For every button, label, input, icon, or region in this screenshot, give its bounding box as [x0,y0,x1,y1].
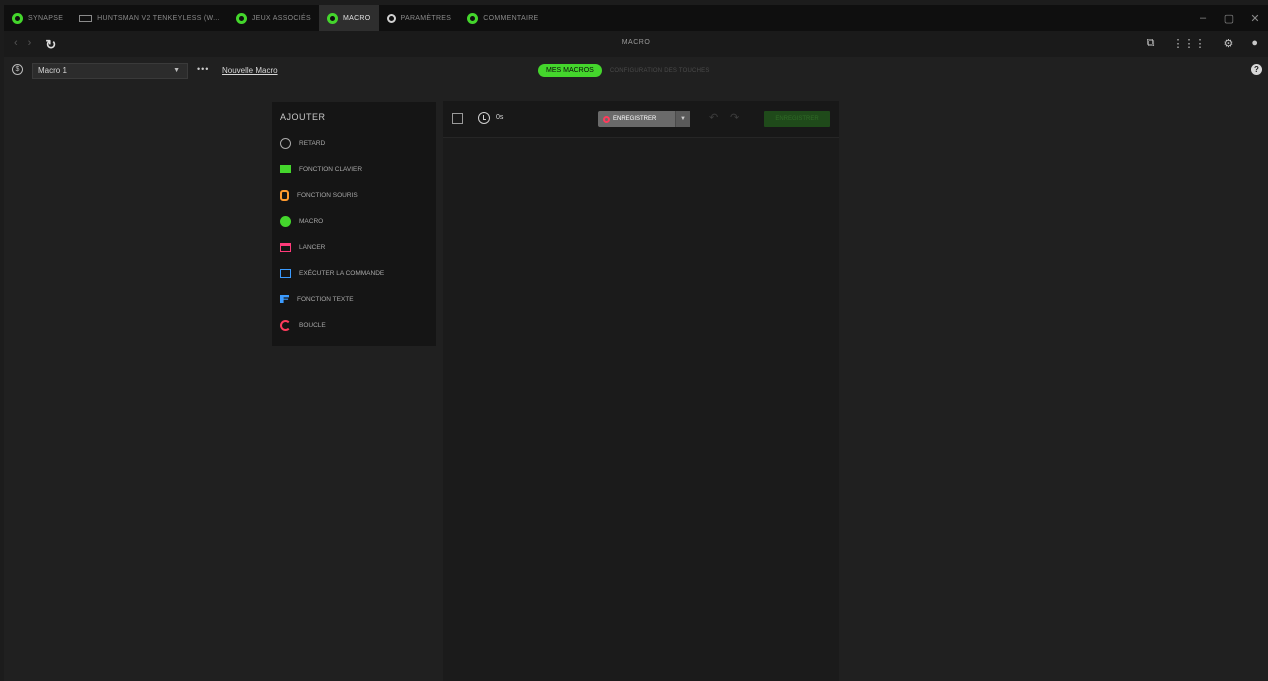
save-button[interactable]: ENREGISTRER [764,111,830,127]
add-item-label: FONCTION TEXTE [297,295,354,303]
launch-icon [280,242,291,252]
record-button[interactable]: ENREGISTRER ▼ [598,111,690,127]
mouse-function-icon [280,189,289,201]
tab-synapse[interactable]: SYNAPSE [4,5,71,31]
tab-my-macros[interactable]: MES MACROS [538,64,602,77]
window-controls: – ▢ ✕ [1190,5,1268,31]
select-all-checkbox[interactable] [452,113,463,124]
account-icon[interactable]: ● [1251,37,1258,50]
add-item-label: BOUCLE [299,321,326,329]
macro-icon [326,12,338,24]
tab-settings[interactable]: PARAMÈTRES [379,5,460,31]
tab-label: HUNTSMAN V2 TENKEYLESS (W... [97,14,220,22]
macro-profile-icon: $ [12,64,23,75]
nav-actions: ⧉ ⋮⋮⋮ ⚙ ● [1147,37,1258,50]
add-loop[interactable]: BOUCLE [280,317,326,333]
tab-label: COMMENTAIRE [483,14,539,22]
macro-select-value: Macro 1 [38,66,67,75]
apps-grid-icon[interactable]: ⋮⋮⋮ [1172,37,1205,50]
clock-icon [478,112,490,124]
chevron-down-icon: ▼ [173,67,180,74]
add-item-label: FONCTION SOURIS [297,191,358,199]
chevron-down-icon[interactable]: ▼ [675,111,690,127]
gamepad-icon [235,12,247,24]
feedback-icon [467,12,479,24]
macro-duration: 0s [496,114,504,121]
execute-command-icon [280,268,291,278]
redo-icon[interactable]: ↷ [730,111,739,124]
add-item-label: LANCER [299,243,326,251]
macro-icon [280,215,291,227]
app-window: SYNAPSE HUNTSMAN V2 TENKEYLESS (W... JEU… [4,5,1268,681]
add-item-label: MACRO [299,217,324,225]
tab-linked-games[interactable]: JEUX ASSOCIÉS [228,5,319,31]
delay-icon [280,137,291,149]
record-icon [603,115,610,123]
close-button[interactable]: ✕ [1242,12,1268,25]
tab-label: SYNAPSE [28,14,64,22]
macro-editor: 0s ENREGISTRER ▼ ↶ ↷ ENREGISTRER [443,101,839,681]
add-panel: AJOUTER RETARD FONCTION CLAVIER FONCTION… [272,102,436,346]
add-delay[interactable]: RETARD [280,135,325,151]
add-item-label: RETARD [299,139,326,147]
tab-label: MACRO [342,14,371,22]
record-label: ENREGISTRER [613,116,657,122]
add-launch[interactable]: LANCER [280,239,325,255]
add-text-function[interactable]: FONCTION TEXTE [280,291,354,307]
keyboard-icon [79,14,93,22]
add-execute-command[interactable]: EXÉCUTER LA COMMANDE [280,265,384,281]
add-macro[interactable]: MACRO [280,213,323,229]
loop-icon [280,319,291,331]
navigation-bar: ‹ › ↻ MACRO ⧉ ⋮⋮⋮ ⚙ ● [4,31,1268,57]
tab-macro[interactable]: MACRO [318,5,379,31]
add-mouse-function[interactable]: FONCTION SOURIS [280,187,358,203]
minimize-button[interactable]: – [1190,12,1216,24]
maximize-button[interactable]: ▢ [1216,12,1242,25]
undo-icon[interactable]: ↶ [709,111,718,124]
tab-key-configuration[interactable]: CONFIGURATION DES TOUCHES [610,68,710,74]
add-panel-title: AJOUTER [280,112,326,122]
tab-feedback[interactable]: COMMENTAIRE [459,5,546,31]
editor-toolbar: 0s ENREGISTRER ▼ ↶ ↷ ENREGISTRER [443,101,839,138]
settings-icon[interactable]: ⚙ [1223,37,1233,50]
tab-bar: SYNAPSE HUNTSMAN V2 TENKEYLESS (W... JEU… [4,5,1268,31]
tab-label: PARAMÈTRES [400,14,452,22]
view-toggle: MES MACROS CONFIGURATION DES TOUCHES [538,64,710,77]
tab-device[interactable]: HUNTSMAN V2 TENKEYLESS (W... [71,5,228,31]
add-item-label: FONCTION CLAVIER [299,165,363,173]
razer-icon [12,12,23,24]
keyboard-function-icon [280,165,291,173]
macro-select[interactable]: Macro 1 ▼ [32,63,188,79]
add-keyboard-function[interactable]: FONCTION CLAVIER [280,161,362,177]
help-icon[interactable]: ? [1251,64,1262,75]
add-item-label: EXÉCUTER LA COMMANDE [299,269,385,277]
text-function-icon [280,295,289,303]
gear-icon [386,13,396,23]
page-title: MACRO [621,39,651,46]
tab-label: JEUX ASSOCIÉS [251,14,311,22]
copy-icon[interactable]: ⧉ [1147,37,1155,50]
macro-toolbar: $ Macro 1 ▼ ••• Nouvelle Macro MES MACRO… [4,57,1268,87]
new-macro-link[interactable]: Nouvelle Macro [222,66,278,75]
more-options-button[interactable]: ••• [197,64,209,74]
